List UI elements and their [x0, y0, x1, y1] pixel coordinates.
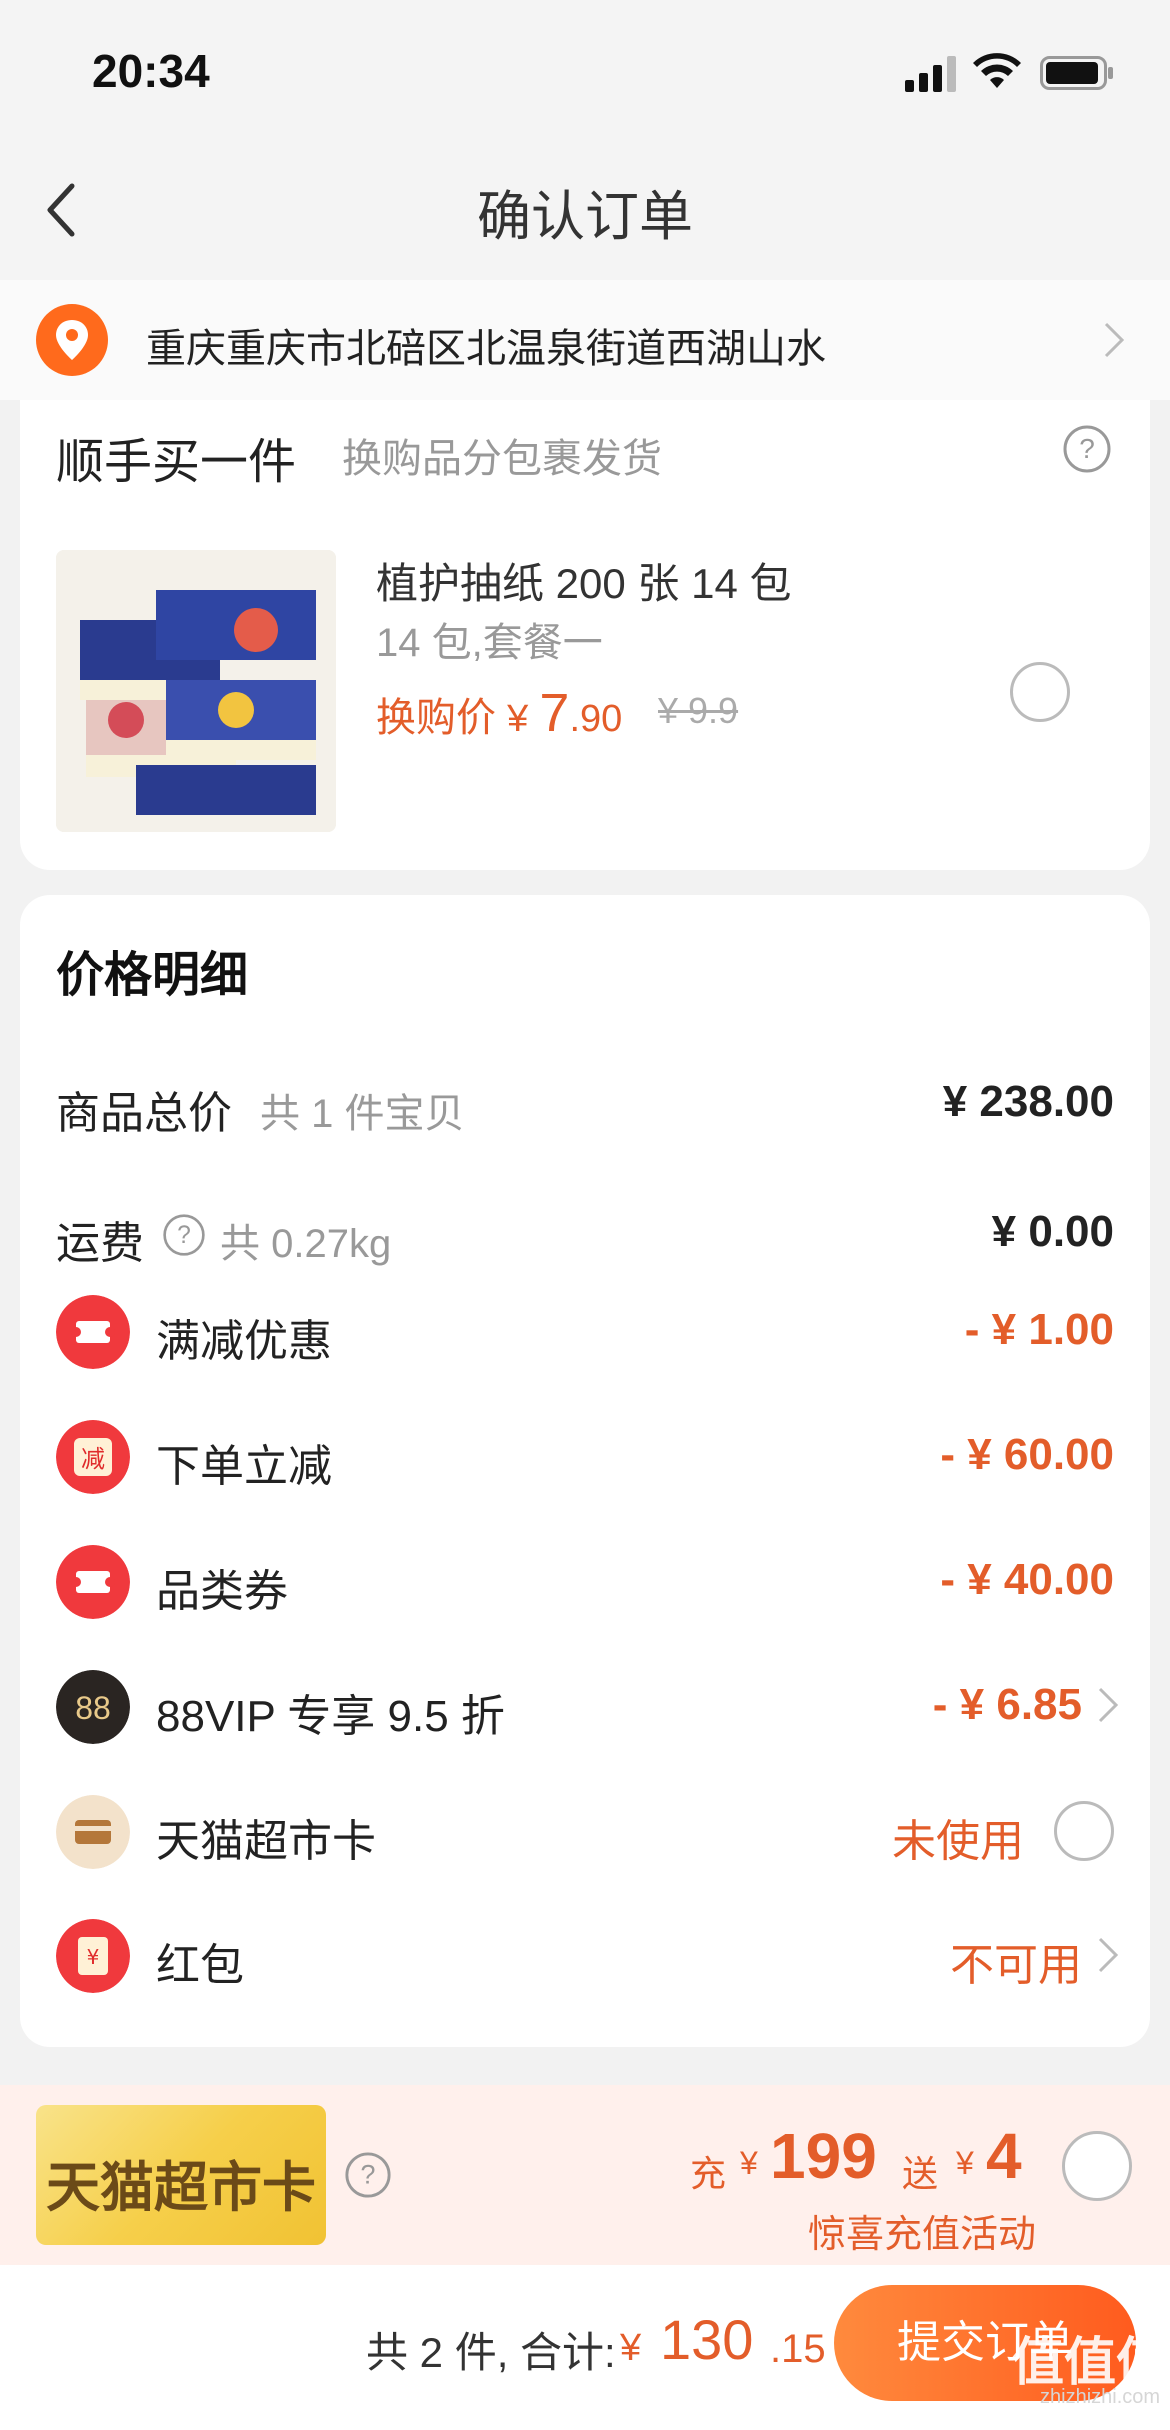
red-envelope-value[interactable]: 不可用	[950, 1929, 1082, 1993]
product-price: 换购价 ¥ 7.90	[376, 682, 622, 744]
price-dec: .90	[569, 698, 623, 740]
instant-discount-value: - ¥ 60.00	[940, 1430, 1114, 1479]
bonus-amount: 4	[986, 2120, 1022, 2192]
category-coupon-icon	[56, 1545, 130, 1619]
price-detail-title: 价格明细	[56, 949, 249, 1002]
bonus-label: 送	[902, 2153, 939, 2194]
shipping-weight: 共 0.27kg	[220, 1222, 392, 1266]
promo-select-radio[interactable]	[1062, 2131, 1132, 2201]
svg-text:?: ?	[361, 2160, 376, 2190]
goods-total-sub: 共 1 件宝贝	[260, 1092, 465, 1136]
battery-icon	[1040, 56, 1113, 90]
promo-card-text: 天猫超市卡	[46, 2158, 316, 2218]
product-image[interactable]	[56, 550, 336, 832]
full-reduction-value: - ¥ 1.00	[964, 1305, 1114, 1354]
supermarket-card-value: 未使用	[892, 1817, 1024, 1866]
shipping-label: 运费	[56, 1219, 144, 1268]
chevron-right-icon	[1104, 322, 1125, 358]
category-coupon-label: 品类券	[156, 1567, 288, 1616]
address-row[interactable]: 重庆重庆市北碚区北温泉街道西湖山水	[0, 280, 1170, 400]
location-pin-icon	[36, 304, 108, 376]
promo-help-icon[interactable]: ?	[344, 2151, 392, 2199]
price-currency: ¥	[507, 698, 529, 740]
full-reduction-label: 满减优惠	[156, 1317, 332, 1366]
recharge-promo-banner: 天猫超市卡 ? 充 ¥ 199 送 ¥ 4 惊喜充值活动	[0, 2085, 1170, 2265]
cellular-signal-icon	[905, 56, 956, 92]
shipping-help-icon[interactable]: ?	[162, 1213, 206, 1257]
status-bar: 20:34	[0, 0, 1170, 140]
vip-chevron-icon	[1098, 1687, 1119, 1723]
instant-discount-icon: 减	[56, 1420, 130, 1494]
supermarket-card-label: 天猫超市卡	[156, 1817, 376, 1866]
watermark-subtext: zhizhizhi.com	[1040, 2386, 1161, 2408]
total-currency: ¥	[620, 2327, 642, 2369]
instant-discount-label: 下单立减	[156, 1442, 332, 1491]
vip-discount-label: 88VIP 专享 9.5 折	[156, 1692, 505, 1741]
category-coupon-value: - ¥ 40.00	[940, 1555, 1114, 1604]
goods-total-value: ¥ 238.00	[942, 1077, 1114, 1126]
red-envelope-label: 红包	[156, 1941, 244, 1990]
supermarket-card-icon	[56, 1795, 130, 1869]
total-amount-int: 130	[660, 2308, 754, 2371]
vip88-icon: 88	[56, 1670, 130, 1744]
price-int: 7	[539, 683, 570, 743]
page-title: 确认订单	[477, 187, 693, 247]
tissue-pack-icon	[56, 550, 336, 832]
supermarket-card-radio[interactable]	[1054, 1801, 1114, 1861]
watermark-text: 值值值	[1012, 2334, 1169, 2392]
charge-currency: ¥	[740, 2145, 758, 2181]
svg-text:?: ?	[177, 1222, 191, 1249]
product-name: 植护抽纸 200 张 14 包	[376, 560, 792, 607]
red-envelope-glyph: ¥	[87, 1945, 100, 1969]
charge-amount: 199	[770, 2120, 877, 2192]
nav-bar: 确认订单	[0, 140, 1170, 280]
bottom-bar: 共 2 件, 合计: ¥ 130 .15 提交订单	[0, 2265, 1170, 2430]
add-on-select-radio[interactable]	[1010, 662, 1070, 722]
total-amount-dec: .15	[770, 2327, 826, 2371]
bonus-currency: ¥	[956, 2145, 974, 2181]
add-on-card: 顺手买一件 换购品分包裹发货 ? 植护抽纸 200 张 14 包 14 包,套餐…	[20, 400, 1150, 870]
charge-label: 充	[690, 2153, 727, 2194]
total-count-text: 共 2 件, 合计:	[366, 2329, 616, 2376]
vip88-glyph: 88	[75, 1690, 111, 1726]
price-detail-card: 价格明细 商品总价 共 1 件宝贝 ¥ 238.00 运费 ? 共 0.27kg…	[20, 895, 1150, 2047]
price-label: 换购价	[376, 696, 496, 740]
promo-subtitle: 惊喜充值活动	[808, 2214, 1037, 2256]
address-text: 重庆重庆市北碚区北温泉街道西湖山水	[146, 327, 826, 371]
help-icon[interactable]: ?	[1062, 424, 1112, 474]
product-spec: 14 包,套餐一	[376, 621, 603, 665]
add-on-subtitle: 换购品分包裹发货	[342, 437, 662, 481]
supermarket-card-image: 天猫超市卡	[36, 2105, 326, 2245]
vip-discount-value[interactable]: - ¥ 6.85	[933, 1680, 1082, 1730]
svg-text:?: ?	[1079, 433, 1095, 464]
instant-discount-glyph: 减	[81, 1445, 105, 1473]
red-envelope-chevron-icon	[1098, 1937, 1119, 1973]
goods-total-label: 商品总价	[56, 1089, 232, 1138]
status-time: 20:34	[92, 45, 210, 97]
add-on-title: 顺手买一件	[56, 436, 297, 489]
red-envelope-icon: ¥	[56, 1919, 130, 1993]
original-price: ¥ 9.9	[658, 690, 739, 731]
shipping-value: ¥ 0.00	[991, 1207, 1114, 1256]
coupon-icon	[56, 1295, 130, 1369]
wifi-icon	[973, 53, 1021, 88]
